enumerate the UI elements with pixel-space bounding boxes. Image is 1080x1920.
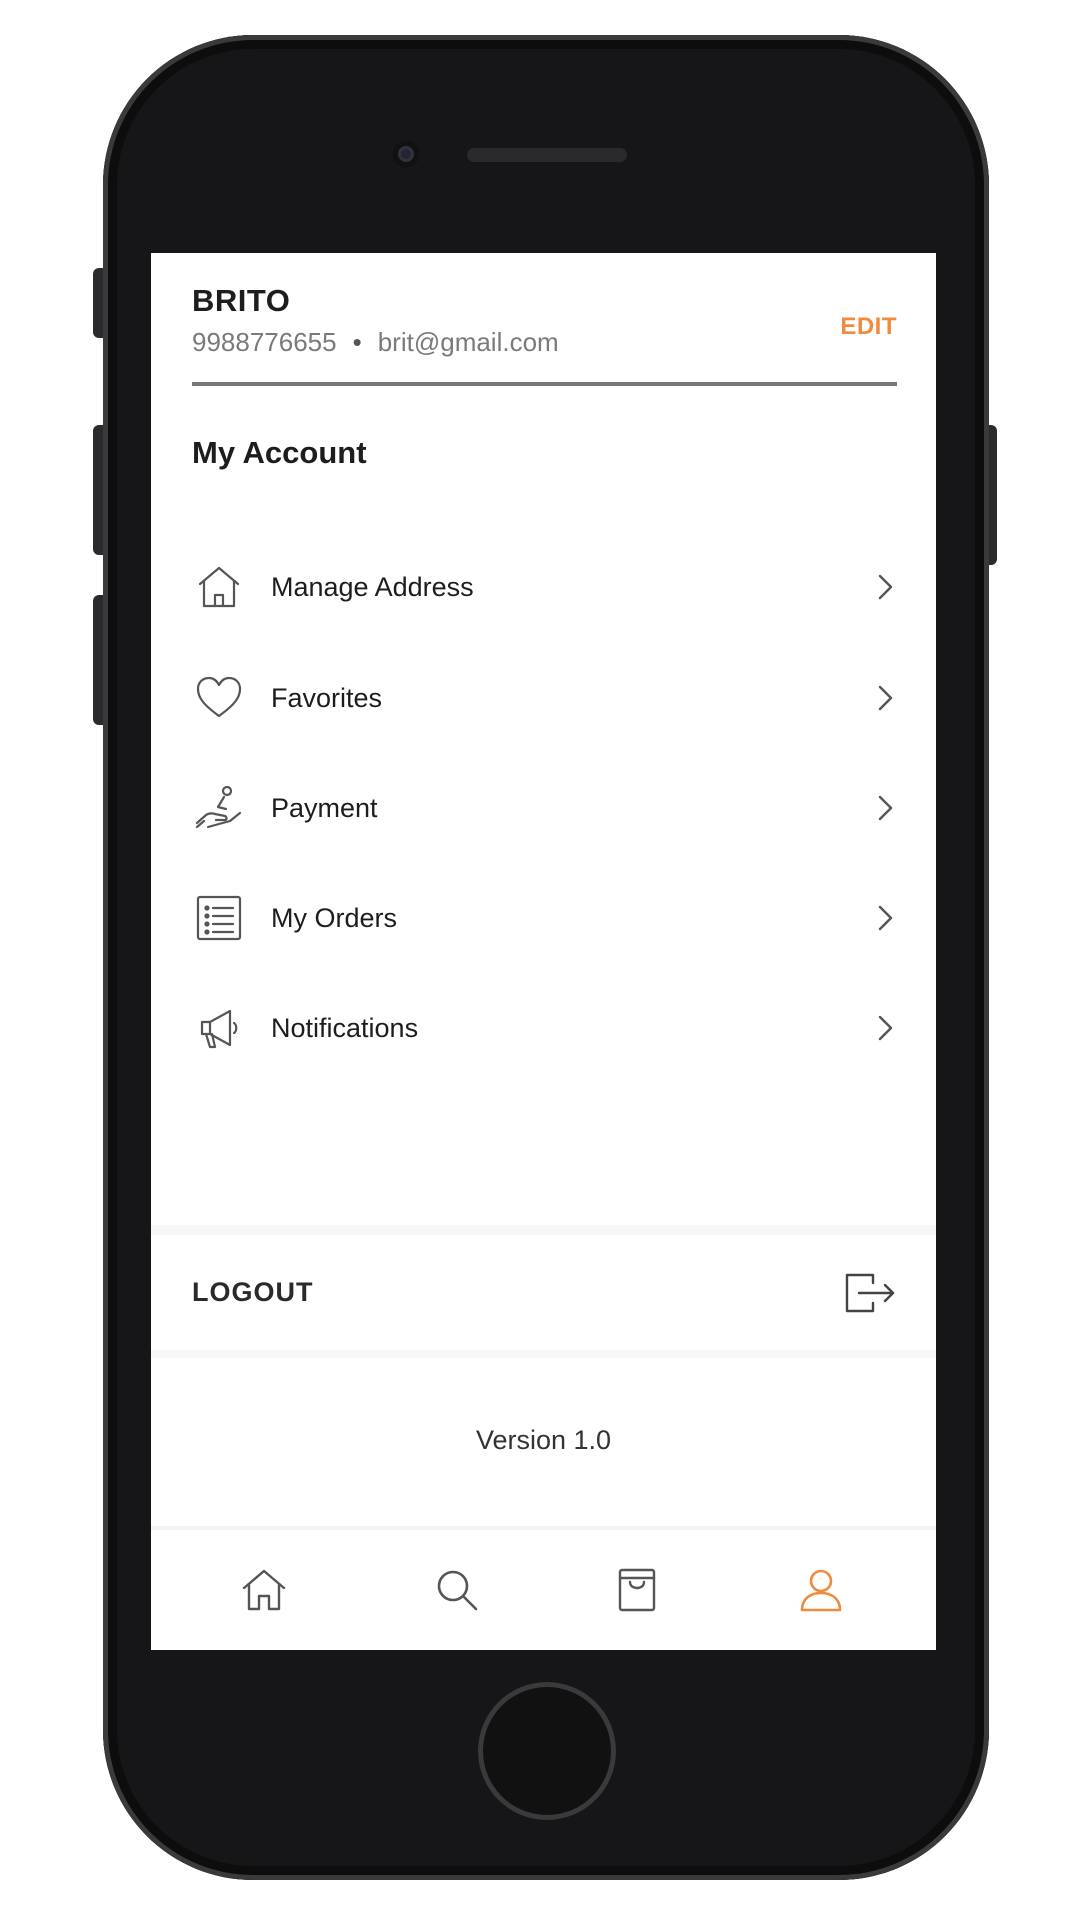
bag-icon: [618, 1568, 656, 1612]
chevron-right-icon: [878, 905, 893, 931]
menu-label-my-orders: My Orders: [271, 902, 398, 933]
tab-bag[interactable]: [577, 1530, 697, 1650]
tab-search[interactable]: [397, 1530, 517, 1650]
logout-icon: [845, 1273, 895, 1312]
version-text: Version 1.0: [475, 1425, 612, 1455]
menu-label-payment: Payment: [271, 792, 378, 823]
house-icon: [192, 560, 246, 614]
home-hardware-button[interactable]: [478, 1682, 616, 1820]
account-menu: Manage Address Favorites Payment My Orde…: [192, 531, 897, 1083]
chevron-right-icon: [878, 685, 893, 711]
profile-divider: [192, 382, 897, 386]
section-title-my-account: My Account: [192, 435, 367, 470]
profile-phone: 9988776655: [192, 327, 337, 357]
menu-label-favorites: Favorites: [271, 682, 383, 713]
hand-payment-icon: [192, 781, 246, 835]
edit-profile-button[interactable]: EDIT: [840, 313, 897, 341]
chevron-right-icon: [878, 1015, 893, 1041]
menu-label-manage-address: Manage Address: [271, 571, 474, 602]
heart-icon: [192, 671, 246, 725]
logout-band-top: [151, 1225, 936, 1235]
profile-icon: [800, 1569, 842, 1612]
earpiece-speaker: [467, 148, 627, 162]
logout-band-bottom: [151, 1350, 936, 1358]
front-camera: [392, 140, 420, 168]
profile-name: BRITO: [192, 283, 291, 318]
menu-item-payment[interactable]: Payment: [192, 753, 897, 863]
logout-label: LOGOUT: [192, 1277, 314, 1307]
bottom-tab-bar: [151, 1530, 936, 1650]
contact-separator: •: [352, 327, 362, 357]
menu-item-manage-address[interactable]: Manage Address: [192, 531, 897, 643]
home-icon: [242, 1569, 286, 1611]
tab-profile[interactable]: [761, 1530, 881, 1650]
profile-contact: 9988776655 • brit@gmail.com: [192, 327, 559, 358]
tab-home[interactable]: [204, 1530, 324, 1650]
order-list-icon: [192, 891, 246, 945]
megaphone-icon: [192, 1001, 246, 1055]
app-screen: BRITO 9988776655 • brit@gmail.com EDIT My …: [151, 253, 936, 1650]
menu-item-favorites[interactable]: Favorites: [192, 643, 897, 753]
profile-header: BRITO 9988776655 • brit@gmail.com EDIT: [192, 283, 897, 373]
profile-email: brit@gmail.com: [377, 327, 559, 357]
logout-button[interactable]: LOGOUT: [192, 1235, 897, 1350]
stage: BRITO 9988776655 • brit@gmail.com EDIT My …: [0, 0, 1080, 1920]
chevron-right-icon: [878, 574, 893, 600]
menu-label-notifications: Notifications: [271, 1012, 419, 1043]
menu-item-my-orders[interactable]: My Orders: [192, 863, 897, 973]
menu-item-notifications[interactable]: Notifications: [192, 973, 897, 1083]
chevron-right-icon: [878, 795, 893, 821]
search-icon: [437, 1570, 478, 1611]
